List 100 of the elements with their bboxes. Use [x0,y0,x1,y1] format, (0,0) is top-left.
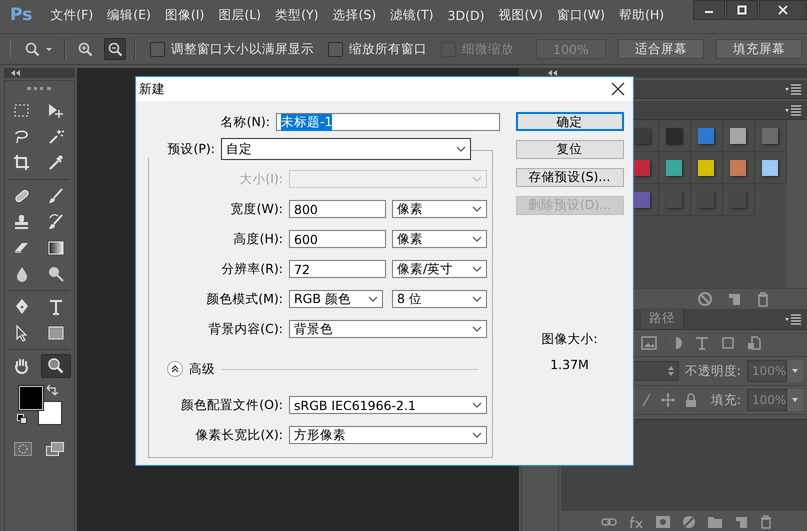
no-style-icon[interactable] [697,291,713,307]
gradient-icon [47,239,66,257]
lock-icon[interactable] [684,393,697,407]
dialog-button[interactable]: 复位 [516,140,624,159]
type-filter-icon[interactable] [694,336,709,350]
panel-menu-icon[interactable] [783,312,803,326]
link-icon[interactable] [600,516,617,528]
style-swatch[interactable] [698,128,714,144]
preset-dropdown[interactable]: 自定 [221,138,471,160]
move-lock-icon[interactable] [660,393,675,407]
menu-item[interactable]: 选择(S) [332,6,376,24]
fill-label: 填充: [710,392,741,408]
text-field[interactable]: 800 [289,200,386,218]
dropdown-button[interactable] [787,360,803,382]
image-size-value: 1.37M [550,357,589,372]
background-color-swatch[interactable] [38,401,62,425]
opacity-label: 不透明度: [684,362,741,380]
adjustment-filter-icon[interactable] [668,336,683,350]
zoom-out-button[interactable] [104,38,126,60]
style-swatch[interactable] [666,192,682,208]
menu-item[interactable]: 编辑(E) [107,6,151,24]
name-field[interactable]: 未标题-1 [276,113,500,131]
style-swatch[interactable] [666,160,682,176]
dropdown-button[interactable] [787,389,803,411]
field-label: 宽度(W): [230,200,284,218]
history-brush-icon [47,213,66,231]
menu-item[interactable]: 窗口(W) [556,6,605,24]
magic-wand-icon [47,128,66,146]
field-label: 高度(H): [232,230,284,248]
unit-dropdown[interactable]: 像素/英寸 [392,260,487,278]
trash-icon[interactable] [758,515,773,529]
menu-item[interactable]: 滤镜(T) [390,6,434,24]
style-swatch[interactable] [634,160,650,176]
option-button[interactable]: 填充屏幕 [716,39,802,59]
zoom-tool-preset-icon[interactable] [24,41,54,57]
style-swatch[interactable] [762,128,778,144]
close-icon[interactable] [611,82,625,96]
checkbox[interactable] [150,42,165,56]
menu-item[interactable]: 类型(Y) [275,6,318,24]
swap-arrows-icon[interactable] [46,384,58,396]
caret-icon [368,295,378,303]
menu-item[interactable]: 文件(F) [50,6,94,24]
panel-menu-icon[interactable] [783,82,803,96]
image-size-label: 图像大小: [541,331,598,348]
mask-icon[interactable] [654,515,671,529]
field-label: 名称(N): [220,114,271,130]
option-button[interactable]: 适合屏幕 [618,39,704,59]
maximize-icon [737,5,747,15]
panel-tab[interactable]: 路径 [640,308,684,329]
menu-item[interactable]: 帮助(H) [618,6,664,24]
style-swatch[interactable] [730,160,746,176]
dropdown[interactable]: RGB 颜色 [289,290,383,308]
dialog-button[interactable]: 存储预设(S)... [516,168,624,187]
menu-item[interactable]: 视图(V) [498,6,543,24]
app-logo: Ps [10,5,32,25]
text-field[interactable]: 72 [289,260,386,278]
screen-mode-icon[interactable] [46,442,64,456]
expand-toggle[interactable] [167,361,183,377]
unit-dropdown[interactable]: 像素 [392,230,487,248]
new-layer-icon[interactable] [734,515,748,529]
checkbox[interactable] [328,42,343,56]
style-swatch[interactable] [666,128,682,144]
effects-icon[interactable] [628,515,644,529]
adjustment-icon[interactable] [682,515,696,529]
image-filter-icon[interactable] [640,336,657,350]
maximize-button[interactable] [726,0,758,20]
style-swatch[interactable] [634,192,650,208]
field-label: 分辨率(R): [220,260,284,278]
trash-icon[interactable] [755,291,771,307]
shape-filter-icon[interactable] [720,336,735,350]
style-swatch[interactable] [762,160,778,176]
text-field[interactable]: 600 [289,230,386,248]
menu-item[interactable]: 图层(L) [218,6,262,24]
dropdown[interactable]: 8 位 [392,290,487,308]
default-colors-icon[interactable] [17,414,28,424]
menu-item[interactable]: 3D(D) [448,8,485,22]
style-swatch[interactable] [730,128,746,144]
folder-icon[interactable] [706,515,723,529]
minimize-button[interactable] [693,0,725,20]
dropdown[interactable]: sRGB IEC61966-2.1 [289,396,487,414]
dropdown[interactable]: 方形像素 [289,426,487,444]
style-swatch[interactable] [698,160,714,176]
style-swatch[interactable] [698,192,714,208]
new-item-icon[interactable] [726,291,742,307]
tool-button[interactable] [41,354,72,378]
unit-dropdown[interactable]: 像素 [392,200,487,218]
foreground-color-swatch[interactable] [19,386,44,410]
caret-icon [472,205,482,213]
caret-icon [472,235,482,243]
dropdown[interactable]: 背景色 [289,320,487,338]
menu-item[interactable]: 图像(I) [164,6,204,24]
style-swatch[interactable] [634,128,650,144]
quick-mask-icon[interactable] [14,442,32,456]
collapse-icon[interactable] [10,69,21,77]
panel-menu-icon[interactable] [783,103,803,117]
dialog-button[interactable]: 确定 [516,112,624,131]
close-button[interactable] [759,0,807,20]
smart-object-filter-icon[interactable] [746,336,761,350]
field-label: 像素长宽比(X): [194,426,284,444]
style-swatch[interactable] [730,192,746,208]
